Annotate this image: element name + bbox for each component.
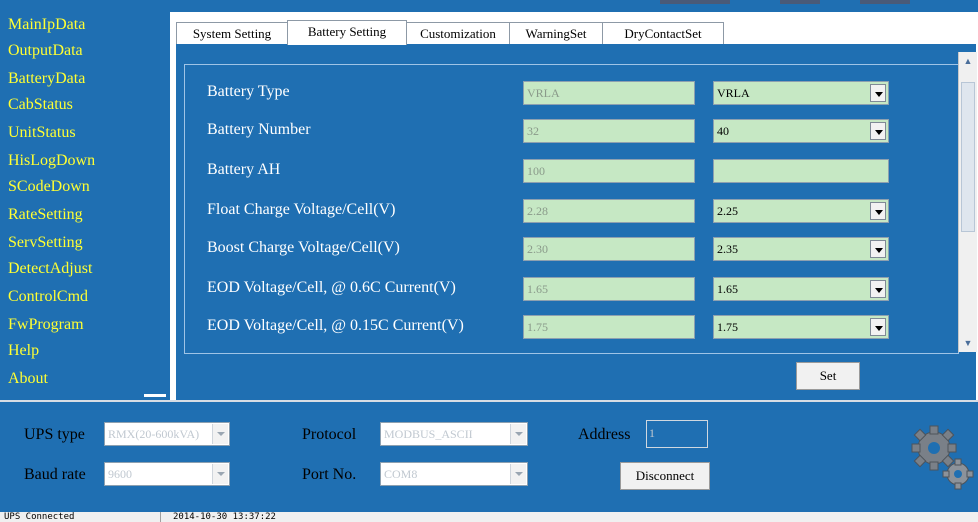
chevron-down-icon[interactable]	[870, 122, 886, 140]
title-strip-mark	[860, 0, 910, 4]
eod-voltage-015c-label: EOD Voltage/Cell, @ 0.15C Current(V)	[207, 317, 464, 334]
battery-number-label: Battery Number	[207, 121, 311, 138]
chevron-down-icon[interactable]	[212, 424, 228, 444]
baud-rate-select[interactable]: 9600	[104, 462, 230, 486]
scroll-down-icon[interactable]: ▼	[960, 335, 976, 351]
sidebar-item-about[interactable]: About	[8, 370, 48, 388]
eod-voltage-015c-current: 1.75	[523, 315, 695, 339]
tab-customization[interactable]: Customization	[406, 22, 510, 45]
chevron-down-icon[interactable]	[870, 84, 886, 102]
title-strip-mark	[660, 0, 730, 4]
battery-ah-current: 100	[523, 159, 695, 183]
port-select[interactable]: COM8	[380, 462, 528, 486]
eod-voltage-015c-selected: 1.75	[717, 320, 738, 334]
set-button[interactable]: Set	[796, 362, 860, 390]
battery-number-selected: 40	[717, 124, 729, 138]
sidebar-item-outputdata[interactable]: OutputData	[8, 42, 83, 60]
sidebar-item-help[interactable]: Help	[8, 342, 39, 360]
chevron-down-icon[interactable]	[510, 424, 526, 444]
eod-voltage-06c-current: 1.65	[523, 277, 695, 301]
sidebar: MainIpData OutputData BatteryData CabSta…	[0, 12, 170, 400]
address-label: Address	[578, 426, 631, 443]
float-charge-voltage-current: 2.28	[523, 199, 695, 223]
title-strip-mark	[780, 0, 820, 4]
ups-type-select[interactable]: RMX(20-600kVA)	[104, 422, 230, 446]
float-charge-voltage-selected: 2.25	[717, 204, 738, 218]
chevron-down-icon[interactable]	[870, 280, 886, 298]
sidebar-item-batterydata[interactable]: BatteryData	[8, 70, 85, 88]
port-label: Port No.	[302, 466, 357, 483]
title-strip	[0, 0, 978, 12]
float-charge-voltage-label: Float Charge Voltage/Cell(V)	[207, 201, 396, 218]
tab-warningset[interactable]: WarningSet	[509, 22, 603, 45]
tab-drycontactset[interactable]: DryContactSet	[602, 22, 724, 45]
address-input[interactable]: 1	[646, 420, 708, 448]
chevron-down-icon[interactable]	[212, 464, 228, 484]
sidebar-item-unitstatus[interactable]: UnitStatus	[8, 124, 76, 142]
vertical-scrollbar[interactable]: ▲ ▼	[958, 52, 977, 352]
status-bar: UPS Connected 2014-10-30 13:37:22	[0, 512, 978, 522]
sidebar-item-scodedown[interactable]: SCodeDown	[8, 178, 90, 196]
eod-voltage-06c-label: EOD Voltage/Cell, @ 0.6C Current(V)	[207, 279, 456, 296]
status-timestamp: 2014-10-30 13:37:22	[160, 512, 276, 522]
sidebar-item-detectadjust[interactable]: DetectAdjust	[8, 260, 92, 278]
baud-rate-label: Baud rate	[24, 466, 86, 483]
baud-rate-value: 9600	[108, 467, 132, 481]
float-charge-voltage-select[interactable]: 2.25	[713, 199, 889, 223]
ups-type-label: UPS type	[24, 426, 85, 443]
port-value: COM8	[384, 467, 418, 481]
battery-number-current: 32	[523, 119, 695, 143]
sidebar-item-ratesetting[interactable]: RateSetting	[8, 206, 83, 224]
boost-charge-voltage-select[interactable]: 2.35	[713, 237, 889, 261]
scroll-up-icon[interactable]: ▲	[960, 53, 976, 69]
sidebar-item-cabstatus[interactable]: CabStatus	[8, 96, 73, 114]
sidebar-item-servsetting[interactable]: ServSetting	[8, 234, 83, 252]
sidebar-item-mainipdata[interactable]: MainIpData	[8, 16, 85, 34]
connection-panel: UPS type RMX(20-600kVA) Baud rate 9600 P…	[0, 400, 978, 514]
boost-charge-voltage-current: 2.30	[523, 237, 695, 261]
chevron-down-icon[interactable]	[870, 202, 886, 220]
chevron-down-icon[interactable]	[870, 240, 886, 258]
battery-settings-form: Battery Type VRLA VRLA Battery Number 32…	[184, 64, 959, 354]
tab-battery-setting[interactable]: Battery Setting	[287, 20, 407, 45]
protocol-label: Protocol	[302, 426, 357, 443]
sidebar-divider	[144, 394, 166, 397]
disconnect-button[interactable]: Disconnect	[620, 462, 710, 490]
eod-voltage-06c-selected: 1.65	[717, 282, 738, 296]
sidebar-item-fwprogram[interactable]: FwProgram	[8, 316, 84, 334]
tab-system-setting[interactable]: System Setting	[176, 22, 288, 45]
boost-charge-voltage-label: Boost Charge Voltage/Cell(V)	[207, 239, 400, 256]
battery-type-select[interactable]: VRLA	[713, 81, 889, 105]
scrollbar-thumb[interactable]	[961, 82, 975, 232]
boost-charge-voltage-selected: 2.35	[717, 242, 738, 256]
battery-number-select[interactable]: 40	[713, 119, 889, 143]
sidebar-item-hislogdown[interactable]: HisLogDown	[8, 152, 95, 170]
battery-type-current: VRLA	[523, 81, 695, 105]
battery-ah-label: Battery AH	[207, 161, 281, 178]
battery-type-label: Battery Type	[207, 83, 290, 100]
protocol-select[interactable]: MODBUS_ASCII	[380, 422, 528, 446]
eod-voltage-06c-select[interactable]: 1.65	[713, 277, 889, 301]
gear-icon	[911, 425, 974, 490]
chevron-down-icon[interactable]	[870, 318, 886, 336]
ups-type-value: RMX(20-600kVA)	[108, 427, 200, 441]
eod-voltage-015c-select[interactable]: 1.75	[713, 315, 889, 339]
chevron-down-icon[interactable]	[510, 464, 526, 484]
sidebar-item-controlcmd[interactable]: ControlCmd	[8, 288, 88, 306]
protocol-value: MODBUS_ASCII	[384, 427, 473, 441]
battery-ah-input[interactable]	[713, 159, 889, 183]
connection-status: UPS Connected	[4, 512, 75, 522]
battery-type-selected: VRLA	[717, 86, 750, 100]
